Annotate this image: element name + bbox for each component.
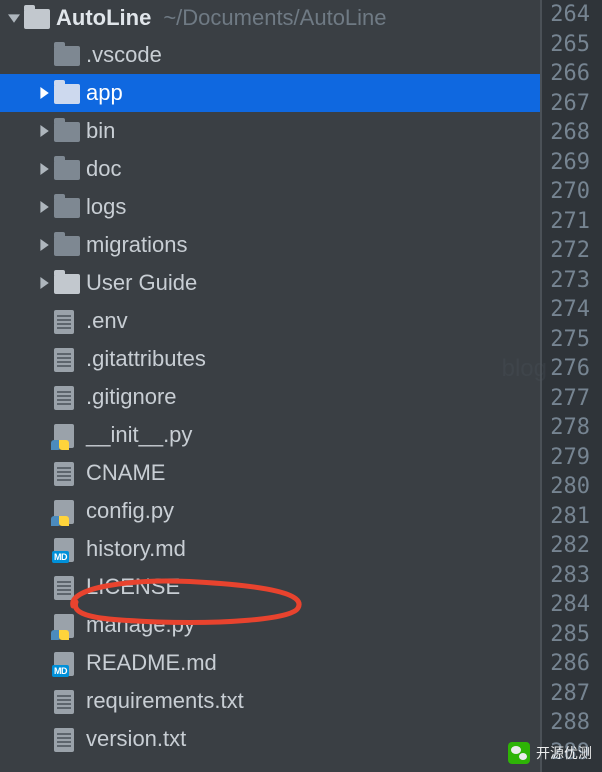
project-root-path: ~/Documents/AutoLine [163,5,386,31]
tree-item-label: app [86,80,123,106]
tree-item--gitattributes[interactable]: .gitattributes [0,340,540,378]
tree-item-version-txt[interactable]: version.txt [0,720,540,758]
tree-item-label: doc [86,156,121,182]
line-number: 270 [542,177,590,207]
tree-item-label: LICENSE [86,574,180,600]
chevron-right-icon[interactable] [34,235,54,255]
tree-item-label: logs [86,194,126,220]
file-icon [54,348,78,370]
tree-item-cname[interactable]: CNAME [0,454,540,492]
tree-item-label: version.txt [86,726,186,752]
line-number: 272 [542,236,590,266]
tree-item--vscode[interactable]: .vscode [0,36,540,74]
folder-icon [24,7,48,29]
chevron-right-icon[interactable] [34,273,54,293]
line-number: 285 [542,620,590,650]
tree-item--env[interactable]: .env [0,302,540,340]
line-number: 266 [542,59,590,89]
tree-item---init---py[interactable]: __init__.py [0,416,540,454]
line-number: 286 [542,649,590,679]
file-icon [54,728,78,750]
tree-item-label: CNAME [86,460,165,486]
tree-item-config-py[interactable]: config.py [0,492,540,530]
file-icon [54,576,78,598]
tree-item--gitignore[interactable]: .gitignore [0,378,540,416]
tree-item-label: requirements.txt [86,688,244,714]
project-tree-panel[interactable]: AutoLine ~/Documents/AutoLine .vscode app… [0,0,540,772]
line-number: 281 [542,502,590,532]
wechat-watermark: 开源优测 [508,742,592,764]
tree-root-row[interactable]: AutoLine ~/Documents/AutoLine [0,0,540,36]
python-file-icon [54,500,78,522]
tree-item-app[interactable]: app [0,74,540,112]
tree-item-user-guide[interactable]: User Guide [0,264,540,302]
folder-icon [54,120,78,142]
tree-item-label: history.md [86,536,186,562]
tree-item-label: .env [86,308,128,334]
tree-item-doc[interactable]: doc [0,150,540,188]
line-number: 279 [542,443,590,473]
chevron-right-icon[interactable] [34,159,54,179]
line-number: 284 [542,590,590,620]
tree-item-manage-py[interactable]: manage.py [0,606,540,644]
python-file-icon [54,614,78,636]
tree-item-label: .gitattributes [86,346,206,372]
markdown-file-icon [54,538,78,560]
tree-item-label: config.py [86,498,174,524]
tree-item-migrations[interactable]: migrations [0,226,540,264]
editor-line-gutter: 2642652662672682692702712722732742752762… [540,0,602,772]
folder-icon [54,158,78,180]
file-icon [54,310,78,332]
tree-item-logs[interactable]: logs [0,188,540,226]
line-number: 277 [542,384,590,414]
chevron-right-icon[interactable] [34,197,54,217]
tree-item-requirements-txt[interactable]: requirements.txt [0,682,540,720]
chevron-right-icon[interactable] [34,121,54,141]
folder-icon [54,82,78,104]
line-number: 282 [542,531,590,561]
project-root-name: AutoLine [56,5,151,31]
line-number: 274 [542,295,590,325]
line-number: 269 [542,148,590,178]
line-number: 264 [542,0,590,30]
tree-item-label: README.md [86,650,217,676]
tree-item-label: migrations [86,232,187,258]
line-number: 280 [542,472,590,502]
line-number: 268 [542,118,590,148]
line-number: 273 [542,266,590,296]
chevron-down-icon[interactable] [4,8,24,28]
tree-item-history-md[interactable]: history.md [0,530,540,568]
line-number: 287 [542,679,590,709]
file-icon [54,386,78,408]
line-number: 265 [542,30,590,60]
line-number: 276 [542,354,590,384]
wechat-icon [508,742,530,764]
tree-item-label: __init__.py [86,422,192,448]
file-icon [54,462,78,484]
line-number: 267 [542,89,590,119]
chevron-right-icon[interactable] [34,83,54,103]
line-number: 278 [542,413,590,443]
line-number: 275 [542,325,590,355]
tree-item-label: .gitignore [86,384,177,410]
tree-item-label: bin [86,118,115,144]
folder-icon [54,196,78,218]
tree-item-bin[interactable]: bin [0,112,540,150]
tree-item-label: .vscode [86,42,162,68]
line-number: 283 [542,561,590,591]
python-file-icon [54,424,78,446]
folder-icon [54,272,78,294]
watermark-label: 开源优测 [536,743,592,763]
markdown-file-icon [54,652,78,674]
line-number: 288 [542,708,590,738]
tree-item-label: manage.py [86,612,195,638]
tree-item-label: User Guide [86,270,197,296]
file-icon [54,690,78,712]
line-number: 271 [542,207,590,237]
folder-icon [54,234,78,256]
tree-item-license[interactable]: LICENSE [0,568,540,606]
tree-item-readme-md[interactable]: README.md [0,644,540,682]
folder-icon [54,44,78,66]
